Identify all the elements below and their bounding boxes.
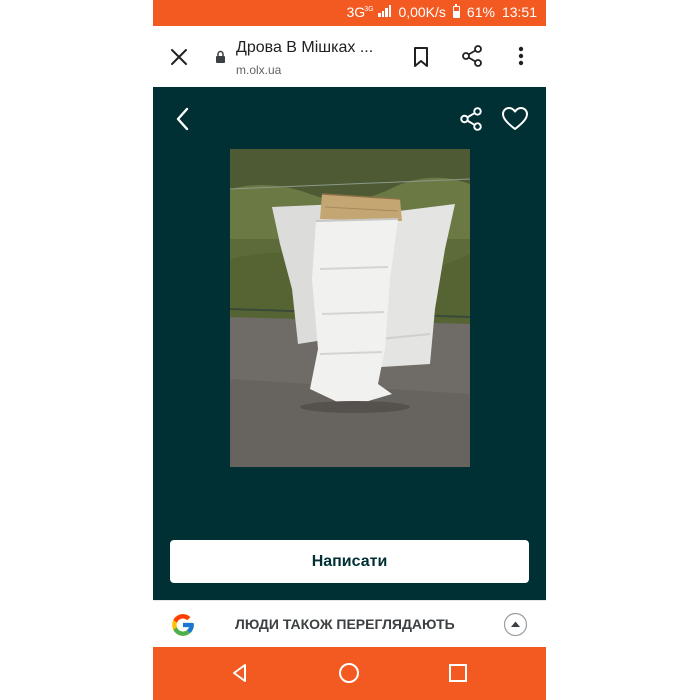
network-type-sup: 3G [364,6,374,13]
clock: 13:51 [501,4,537,20]
close-icon[interactable] [167,45,191,69]
system-nav-bar [153,647,546,700]
chevron-left-icon[interactable] [171,104,195,134]
chevron-up-icon[interactable] [503,612,528,637]
write-message-button[interactable]: Написати [170,540,529,583]
network-indicator: 3G3G [347,4,392,20]
page-title[interactable]: Дрова В Мішках ... [236,39,373,57]
heart-icon[interactable] [501,106,529,132]
status-indicators: 3G3G 0,00K/s 61% 13:51 [347,4,537,20]
nav-back-icon[interactable] [228,661,252,685]
page-url[interactable]: m.olx.ua [236,63,281,77]
status-bar: 3G3G 0,00K/s 61% 13:51 [153,0,546,26]
people-also-viewed-label: ЛЮДИ ТАКОЖ ПЕРЕГЛЯДАЮТЬ [235,616,455,632]
network-type: 3G [346,4,366,20]
photo-gallery: Написати [153,87,546,600]
battery-level: 61% [466,4,495,20]
google-icon [172,614,194,636]
product-photo[interactable] [230,149,470,467]
gallery-share-icon[interactable] [458,106,484,132]
lock-icon [216,50,225,63]
phone-screen: 3G3G 0,00K/s 61% 13:51 Дрова В Мішках ..… [153,0,546,700]
bookmark-icon[interactable] [411,45,431,69]
more-vert-icon[interactable] [511,44,531,68]
battery-icon [452,4,460,18]
share-icon[interactable] [460,44,484,68]
signal-icon [378,5,392,17]
browser-toolbar: Дрова В Мішках ... m.olx.ua [153,26,546,87]
nav-home-icon[interactable] [337,661,361,685]
people-also-viewed-bar[interactable]: ЛЮДИ ТАКОЖ ПЕРЕГЛЯДАЮТЬ [153,600,546,647]
network-speed: 0,00K/s [398,4,446,20]
nav-recent-icon[interactable] [447,662,469,684]
